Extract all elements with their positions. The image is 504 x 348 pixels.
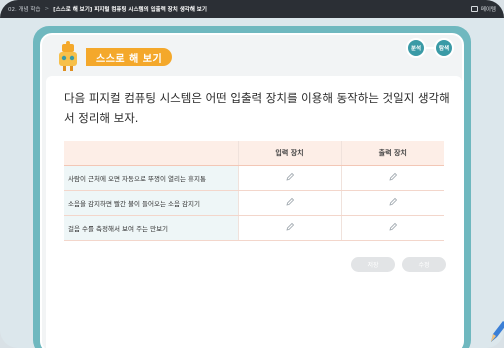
- pencil-icon: [285, 172, 294, 181]
- tag-analyze[interactable]: 분석: [406, 38, 426, 58]
- tag-group: 분석 탐색: [406, 38, 454, 58]
- row-label: 걸음 수를 측정해서 보여 주는 만보기: [64, 215, 238, 241]
- table-header-row: 입력 장치 출력 장치: [64, 141, 444, 166]
- row-label: 소음을 감지하면 빨간 불이 들어오는 소음 감지기: [64, 190, 238, 216]
- app-frame: 02. 개념 학습 > [스스로 해 보기] 피지털 컴퓨팅 시스템의 입출력 …: [0, 0, 504, 348]
- robot-mascot-icon: [59, 41, 77, 71]
- input-device-cell[interactable]: [237, 215, 341, 241]
- breadcrumb: 02. 개념 학습: [8, 7, 41, 13]
- output-device-cell[interactable]: [340, 165, 444, 191]
- input-device-cell[interactable]: [237, 190, 341, 216]
- breadcrumb-separator: >: [44, 6, 50, 12]
- table-row: 소음을 감지하면 빨간 불이 들어오는 소음 감지기: [64, 190, 444, 216]
- output-device-cell[interactable]: [340, 190, 444, 216]
- section-badge: 스스로 해 보기: [86, 48, 172, 66]
- pencil-icon: [285, 222, 294, 231]
- pencil-icon: [285, 197, 294, 206]
- edit-button[interactable]: 수정: [402, 257, 446, 272]
- question-text: 다음 피지컬 컴퓨팅 시스템은 어떤 입출력 장치를 이용해 동작하는 것일지 …: [64, 91, 450, 125]
- pencil-icon: [389, 197, 397, 206]
- page-title: [스스로 해 보기] 피지털 컴퓨팅 시스템의 입출력 장치 생각해 보기: [53, 7, 207, 13]
- tag-connector: [426, 47, 434, 49]
- pencil-icon: [389, 172, 397, 181]
- table-row: 걸음 수를 측정해서 보여 주는 만보기: [64, 215, 444, 241]
- book-icon: [470, 6, 478, 12]
- output-device-cell[interactable]: [340, 215, 444, 241]
- table-header-output: 출력 장치: [340, 141, 444, 166]
- top-bar: 02. 개념 학습 > [스스로 해 보기] 피지털 컴퓨팅 시스템의 입출력 …: [0, 0, 504, 18]
- topbar-right-label: 메이템: [480, 7, 496, 13]
- table-row: 사람이 근처에 오면 자동으로 뚜껑이 열리는 휴지통: [64, 165, 444, 191]
- action-buttons: 저장 수정: [351, 257, 453, 272]
- pencil-icon: [389, 222, 397, 231]
- io-table: 입력 장치 출력 장치 사람이 근처에 오면 자동으로 뚜껑이 열리는 휴지통 …: [64, 141, 444, 241]
- table-header-input: 입력 장치: [237, 141, 341, 166]
- topbar-right-button[interactable]: 메이템: [470, 0, 496, 18]
- tag-explore[interactable]: 탐색: [434, 38, 454, 58]
- table-header-blank: [64, 141, 238, 166]
- pen-tool-icon[interactable]: [487, 318, 504, 344]
- row-label: 사람이 근처에 오면 자동으로 뚜껑이 열리는 휴지통: [64, 165, 238, 191]
- save-button[interactable]: 저장: [351, 257, 395, 272]
- input-device-cell[interactable]: [237, 165, 341, 191]
